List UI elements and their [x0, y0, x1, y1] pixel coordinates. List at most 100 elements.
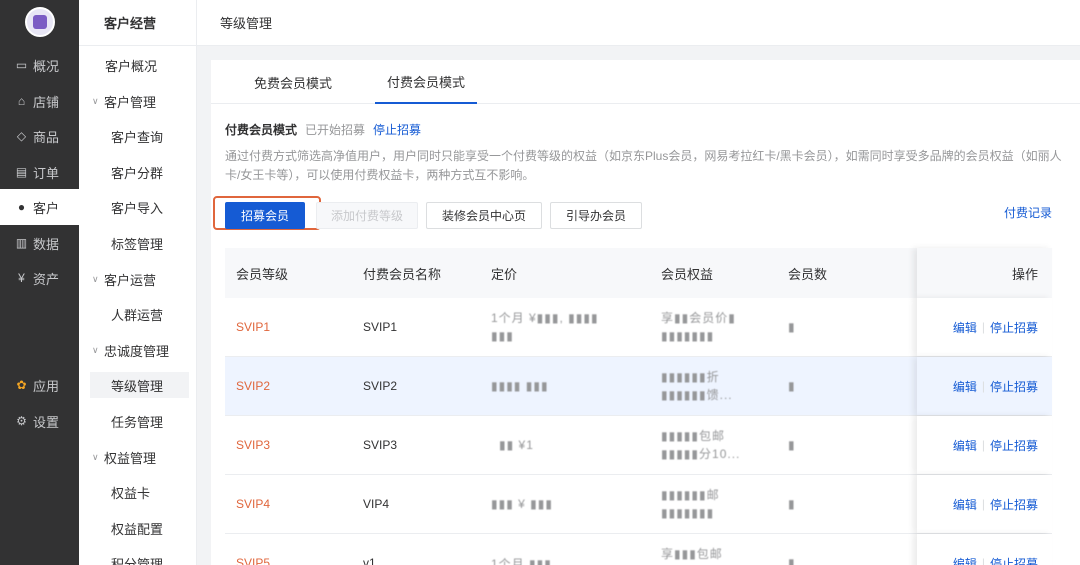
- mode-description: 通过付费方式筛选高净值用户，用户同时只能享受一个付费等级的权益（如京东Plus会…: [225, 149, 1062, 182]
- stop-recruit-row-link[interactable]: 停止招募: [990, 555, 1038, 565]
- main-card: 免费会员模式 付费会员模式 付费会员模式 已开始招募 停止招募 通过付费方式筛选…: [211, 60, 1080, 565]
- table-row: SVIP2 SVIP2 ▮▮▮▮ ▮▮▮ ▮▮▮▮▮▮折 ▮▮▮▮▮▮馈... ▮…: [225, 357, 1052, 416]
- op-column-header: 操作: [917, 248, 1052, 298]
- sidebar-item-level-manage[interactable]: 等级管理: [90, 372, 189, 398]
- row-actions: 编辑 | 停止招募: [953, 534, 1038, 565]
- table-row: SVIP4 VIP4 ▮▮▮ ¥ ▮▮▮ ▮▮▮▮▮▮邮 ▮▮▮▮▮▮▮ ▮ 编辑…: [225, 475, 1052, 534]
- mode-title: 付费会员模式: [225, 123, 298, 137]
- sidebar-item-points-manage[interactable]: 积分管理: [90, 550, 189, 565]
- chevron-down-icon: ∨: [92, 273, 99, 284]
- op-cell: 编辑 | 停止招募: [917, 475, 1052, 533]
- col-header-level: 会员等级: [236, 266, 289, 282]
- monitor-icon: ▭: [15, 58, 28, 72]
- stop-recruit-row-link[interactable]: 停止招募: [990, 319, 1038, 336]
- col-header-member-count: 会员数: [788, 266, 828, 282]
- edit-link[interactable]: 编辑: [953, 319, 977, 336]
- rail-item-settings[interactable]: ⚙ 设置: [0, 403, 79, 439]
- sidebar-item-tag-manage[interactable]: 标签管理: [90, 230, 189, 256]
- rail-item-overview[interactable]: ▭ 概况: [0, 47, 79, 83]
- rail-item-data[interactable]: ▥ 数据: [0, 225, 79, 261]
- row-actions: 编辑 | 停止招募: [953, 416, 1038, 474]
- tab-paid-mode[interactable]: 付费会员模式: [375, 60, 478, 104]
- benefit-cell: ▮▮▮▮▮包邮 ▮▮▮▮▮分10...: [661, 429, 741, 461]
- tag-icon: ◇: [16, 129, 27, 143]
- sidebar-group-customer-manage[interactable]: ∨ 客户管理: [90, 88, 189, 114]
- level-cell: SVIP2: [236, 379, 271, 393]
- op-cell: 编辑 | 停止招募: [917, 298, 1052, 356]
- bar-chart-icon: ▥: [15, 236, 28, 250]
- edit-link[interactable]: 编辑: [953, 378, 977, 395]
- recruit-member-button[interactable]: 招募会员: [225, 202, 305, 229]
- decorate-member-center-button[interactable]: 装修会员中心页: [426, 202, 542, 229]
- name-cell: SVIP3: [363, 438, 398, 452]
- sidebar-title: 客户经营: [79, 0, 196, 46]
- stop-recruit-link[interactable]: 停止招募: [373, 121, 421, 138]
- tab-free-mode[interactable]: 免费会员模式: [254, 60, 332, 104]
- row-actions: 编辑 | 停止招募: [953, 298, 1038, 356]
- guide-join-button[interactable]: 引导办会员: [550, 202, 642, 229]
- rail-item-store[interactable]: ⌂ 店铺: [0, 83, 79, 119]
- row-actions: 编辑 | 停止招募: [953, 357, 1038, 415]
- payment-records-link[interactable]: 付费记录: [1004, 204, 1052, 221]
- rail-item-orders[interactable]: ▤ 订单: [0, 154, 79, 190]
- edit-link[interactable]: 编辑: [953, 496, 977, 513]
- col-header-benefits: 会员权益: [661, 266, 714, 282]
- table-row: SVIP3 SVIP3 ▮▮ ¥1 ▮▮▮▮▮包邮 ▮▮▮▮▮分10... ▮ 编…: [225, 416, 1052, 475]
- stop-recruit-row-link[interactable]: 停止招募: [990, 496, 1038, 513]
- apps-icon: ✿: [16, 378, 27, 392]
- rail-item-goods[interactable]: ◇ 商品: [0, 118, 79, 154]
- level-cell: SVIP3: [236, 438, 271, 452]
- page-title: 等级管理: [220, 16, 273, 31]
- col-header-price: 定价: [491, 266, 518, 282]
- level-cell: SVIP4: [236, 497, 271, 511]
- mode-status: 付费会员模式 已开始招募 停止招募: [225, 121, 421, 138]
- sidebar-group-benefits[interactable]: ∨ 权益管理: [90, 444, 189, 470]
- edit-link[interactable]: 编辑: [953, 555, 977, 565]
- sidebar-item-customer-group[interactable]: 客户分群: [90, 159, 189, 185]
- rail-item-apps[interactable]: ✿ 应用: [0, 367, 79, 403]
- member-count-cell: ▮: [788, 438, 796, 452]
- action-divider: |: [981, 320, 985, 334]
- table-row: SVIP5 v1 1个月 ▮▮▮ 享▮▮▮包邮▮▮▮▮▮▮ ▮ 编辑 | 停止招募: [225, 534, 1052, 565]
- member-count-cell: ▮: [788, 556, 796, 565]
- sidebar-item-crowd-ops[interactable]: 人群运营: [90, 301, 189, 327]
- add-paid-level-button[interactable]: 添加付费等级: [316, 202, 418, 229]
- table-row: SVIP1 SVIP1 1个月 ¥▮▮▮, ▮▮▮▮ ▮▮▮ 享▮▮会员价▮ ▮▮▮…: [225, 298, 1052, 357]
- sub-sidebar: 客户经营 客户概况 ∨ 客户管理 客户查询 客户分群 客户导入 标签管理 ∨ 客户运…: [79, 0, 197, 565]
- op-cell: 编辑 | 停止招募: [917, 534, 1052, 565]
- rail-item-assets[interactable]: ¥ 资产: [0, 260, 79, 296]
- chevron-down-icon: ∨: [92, 344, 99, 355]
- sidebar-item-customer-query[interactable]: 客户查询: [90, 123, 189, 149]
- price-cell: ▮▮▮▮ ▮▮▮: [491, 379, 549, 393]
- store-icon: ⌂: [17, 94, 26, 108]
- page-header: 等级管理: [197, 0, 1080, 46]
- rail-item-customers[interactable]: ● 客户: [0, 189, 79, 225]
- shop-logo[interactable]: [24, 7, 55, 37]
- name-cell: SVIP1: [363, 320, 398, 334]
- benefit-cell: ▮▮▮▮▮▮折 ▮▮▮▮▮▮馈...: [661, 370, 733, 402]
- stop-recruit-row-link[interactable]: 停止招募: [990, 378, 1038, 395]
- sidebar-item-customer-overview[interactable]: 客户概况: [90, 52, 189, 78]
- col-header-actions: 操作: [1011, 266, 1038, 282]
- action-divider: |: [981, 379, 985, 393]
- stop-recruit-row-link[interactable]: 停止招募: [990, 437, 1038, 454]
- sidebar-group-customer-ops[interactable]: ∨ 客户运营: [90, 266, 189, 292]
- level-cell: SVIP1: [236, 320, 271, 334]
- level-cell: SVIP5: [236, 556, 271, 565]
- action-divider: |: [981, 556, 985, 565]
- yen-icon: ¥: [18, 271, 25, 285]
- gear-icon: ⚙: [16, 414, 27, 428]
- action-divider: |: [981, 497, 985, 511]
- recruit-status: 已开始招募: [305, 123, 366, 137]
- logo-mark-icon: [32, 15, 47, 29]
- sidebar-item-task-manage[interactable]: 任务管理: [90, 408, 189, 434]
- sidebar-item-benefit-card[interactable]: 权益卡: [90, 479, 189, 505]
- table-header: 会员等级 付费会员名称 定价 会员权益 会员数 操作: [225, 248, 1052, 298]
- sidebar-group-loyalty[interactable]: ∨ 忠诚度管理: [90, 337, 189, 363]
- edit-link[interactable]: 编辑: [953, 437, 977, 454]
- price-cell: ▮▮▮ ¥ ▮▮▮: [491, 497, 553, 511]
- name-cell: VIP4: [363, 497, 390, 511]
- person-icon: ●: [17, 200, 26, 214]
- sidebar-item-customer-import[interactable]: 客户导入: [90, 194, 189, 220]
- sidebar-item-benefit-config[interactable]: 权益配置: [90, 515, 189, 541]
